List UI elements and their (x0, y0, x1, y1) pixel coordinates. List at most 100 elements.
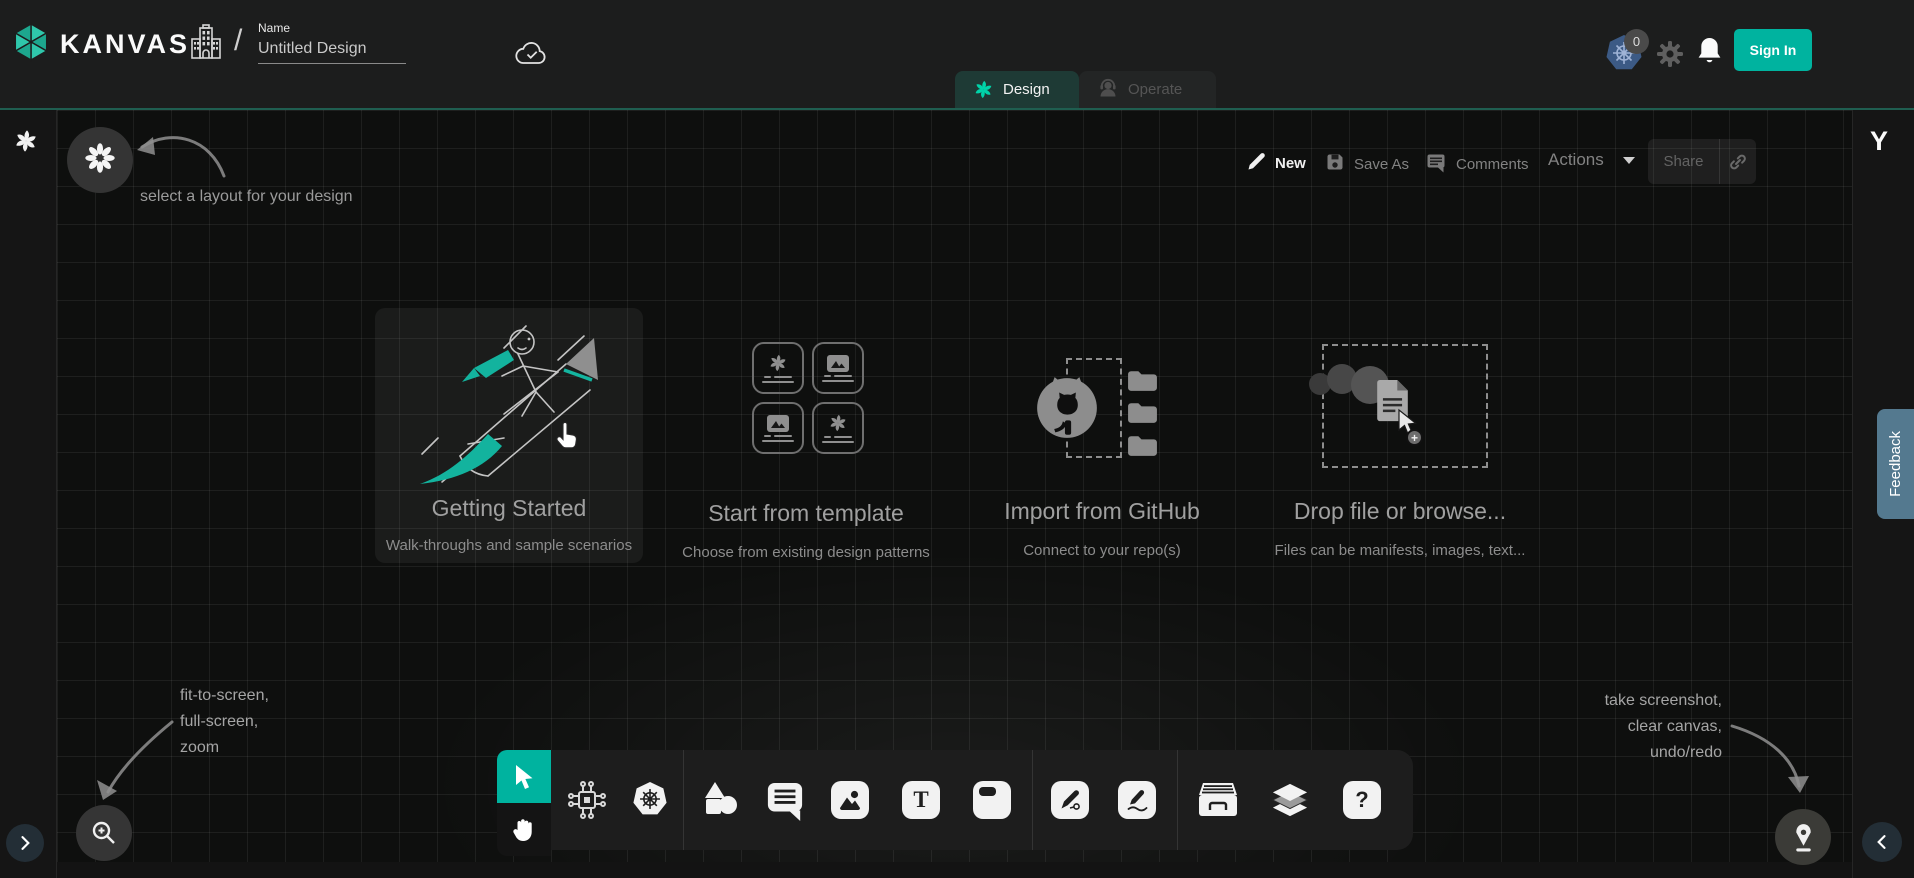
dock-separator (1032, 750, 1033, 850)
share-link-icon (1720, 153, 1756, 171)
floppy-disk-icon (1325, 152, 1345, 176)
select-tool-button[interactable] (497, 750, 551, 803)
operator-headset-icon (1097, 77, 1119, 103)
hand-icon (511, 816, 537, 844)
tab-operate[interactable]: Operate (1079, 71, 1216, 108)
design-name-input[interactable] (258, 38, 406, 64)
drawer-archive-icon (1197, 782, 1239, 818)
save-as-button[interactable]: Save As (1325, 152, 1409, 176)
text-tool-glyph: T (913, 787, 928, 813)
pencil-tool-button[interactable] (1118, 781, 1156, 819)
save-as-label: Save As (1354, 156, 1409, 173)
y-sidebar-icon[interactable]: Y (1870, 126, 1888, 157)
zoom-controls-button[interactable] (76, 805, 132, 861)
expand-right-panel-button[interactable] (1862, 822, 1902, 862)
note-icon (979, 787, 996, 796)
layers-tool-button[interactable] (1271, 781, 1309, 824)
app-header: KANVAS / Name (0, 0, 1914, 108)
dropfile-card-title[interactable]: Drop file or browse... (1250, 498, 1550, 525)
pen-tool-button[interactable] (1051, 781, 1089, 819)
settings-gear-icon[interactable] (1656, 40, 1684, 73)
share-label: Share (1648, 153, 1719, 170)
breadcrumb-separator: / (234, 24, 242, 58)
pen-nib-icon (1790, 822, 1817, 853)
layers-icon (1271, 781, 1309, 819)
feedback-tab[interactable]: Feedback (1877, 409, 1914, 519)
logo-text: KANVAS (60, 29, 190, 60)
template-card-title[interactable]: Start from template (656, 500, 956, 527)
github-card-title[interactable]: Import from GitHub (952, 498, 1252, 525)
feedback-label: Feedback (1887, 431, 1904, 497)
zoom-hint-text: fit-to-screen, full-screen, zoom (180, 683, 269, 761)
folder-icon (1126, 368, 1159, 398)
canvas-bottom-band (57, 862, 1852, 878)
comment-tool-icon (766, 781, 804, 821)
kubernetes-tool-button[interactable] (631, 781, 669, 822)
template-card-subtitle: Choose from existing design patterns (646, 544, 966, 561)
help-question-glyph: ? (1355, 787, 1368, 813)
folder-icon (1126, 433, 1159, 463)
tab-design[interactable]: Design (955, 71, 1079, 108)
github-octocat-icon[interactable] (1033, 374, 1101, 447)
pan-tool-button[interactable] (497, 803, 551, 856)
drawer-tool-button[interactable] (1197, 782, 1239, 823)
chevron-right-icon (15, 833, 35, 853)
help-tool-button[interactable]: ? (1343, 781, 1381, 819)
context-count-badge[interactable]: 0 (1624, 29, 1649, 54)
magnifier-plus-icon (89, 818, 119, 848)
kanvas-app: KANVAS / Name (0, 0, 1914, 878)
design-name-field: Name (258, 21, 406, 64)
component-circuit-icon (567, 780, 607, 820)
organization-icon[interactable] (190, 24, 222, 67)
tab-design-label: Design (1003, 81, 1050, 98)
component-tool-button[interactable] (567, 780, 607, 825)
sign-in-button[interactable]: Sign In (1734, 29, 1812, 71)
new-design-button[interactable]: New (1247, 152, 1306, 175)
meshery-spiral-icon (973, 79, 994, 100)
comment-tool-button[interactable] (766, 781, 804, 826)
folder-icon (1126, 400, 1159, 430)
cloud-saved-icon (514, 40, 550, 73)
rocket-rider-illustration (408, 318, 628, 493)
template-tile-image-icon (812, 342, 864, 394)
layout-hint-text: select a layout for your design (140, 188, 353, 206)
tab-operate-label: Operate (1128, 81, 1182, 98)
dropfile-card-subtitle: Files can be manifests, images, text... (1240, 542, 1560, 559)
hand-cursor-pointer (553, 418, 583, 459)
template-tile-image-icon (752, 402, 804, 454)
pencil-icon (1247, 152, 1266, 175)
kanvas-logo[interactable]: KANVAS (12, 22, 190, 67)
dock-separator (1177, 750, 1178, 850)
new-design-label: New (1275, 155, 1306, 172)
image-icon (838, 788, 862, 812)
kanvas-hexagon-icon (12, 22, 50, 67)
notifications-bell-icon[interactable] (1696, 36, 1723, 72)
comments-label: Comments (1456, 156, 1529, 173)
actions-dropdown[interactable]: Actions (1548, 150, 1635, 170)
comments-button[interactable]: Comments (1426, 152, 1529, 177)
note-tool-button[interactable] (973, 781, 1011, 819)
dock-separator (683, 750, 684, 850)
getting-started-title: Getting Started (359, 495, 659, 522)
cursor-arrow-icon (512, 763, 536, 791)
plus-badge-icon: + (1406, 429, 1423, 446)
flower-layout-icon (83, 141, 117, 180)
image-tool-button[interactable] (831, 781, 869, 819)
template-tile-design-icon (812, 402, 864, 454)
actions-label: Actions (1548, 150, 1604, 170)
pen-tool-icon (1058, 788, 1082, 812)
layout-selector-button[interactable] (67, 127, 133, 193)
template-tile-design-icon (752, 342, 804, 394)
expand-left-panel-button[interactable] (6, 824, 44, 862)
shapes-tool-button[interactable] (701, 780, 739, 825)
pencil-sketch-icon (1125, 788, 1149, 812)
chevron-down-icon (1623, 157, 1635, 164)
getting-started-subtitle: Walk-throughs and sample scenarios (349, 537, 669, 554)
kubernetes-helm-icon (631, 781, 669, 817)
template-card[interactable] (752, 342, 864, 454)
left-edge-panel (0, 110, 57, 878)
canvas-actions-button[interactable] (1775, 809, 1831, 865)
meshery-sidebar-spiral-icon[interactable] (13, 128, 39, 159)
text-tool-button[interactable]: T (902, 781, 940, 819)
share-button[interactable]: Share (1648, 139, 1756, 184)
